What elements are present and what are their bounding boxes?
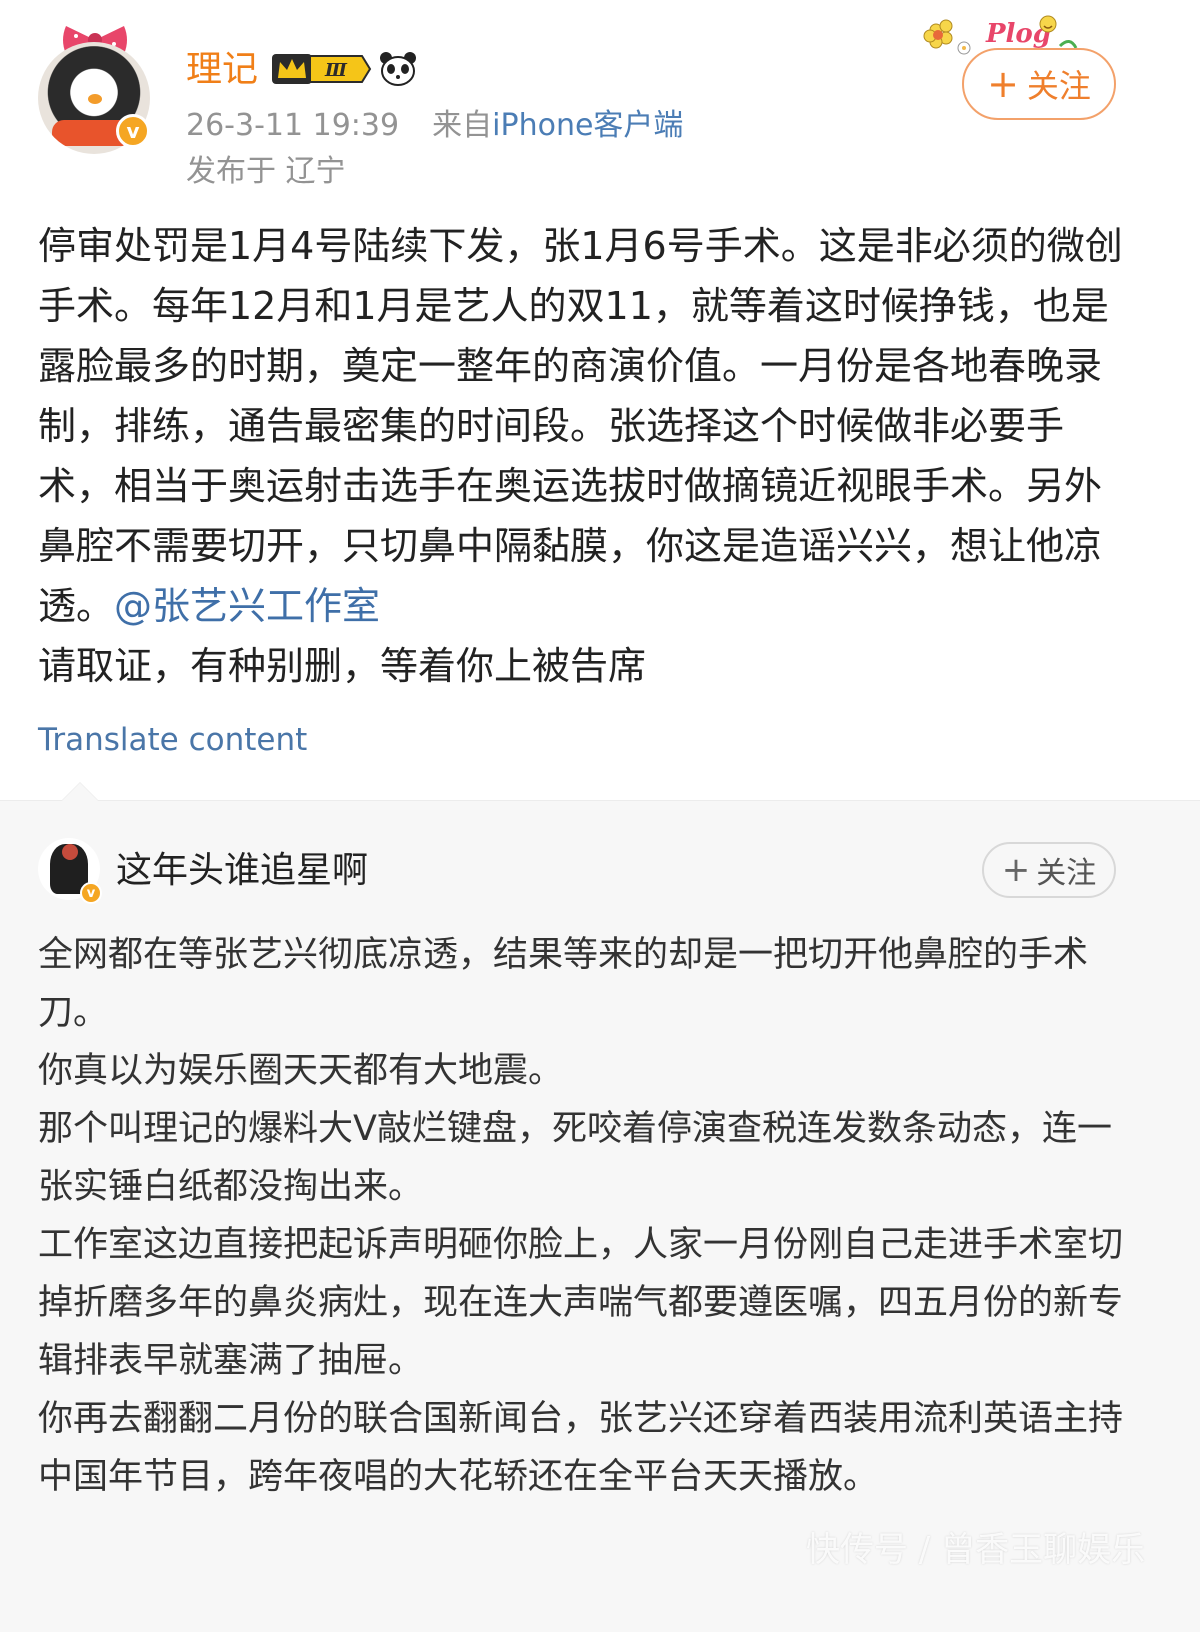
repost-verified-badge-icon: v xyxy=(80,882,102,904)
translate-content-link[interactable]: Translate content xyxy=(38,722,307,758)
user-avatar[interactable]: v xyxy=(38,22,156,154)
post-username[interactable]: 理记 xyxy=(186,46,258,94)
post-body-text: 停审处罚是1月4号陆续下发，张1月6号手术。这是非必须的微创手术。每年12月和1… xyxy=(38,216,1128,696)
location-label: 发布于 xyxy=(186,154,276,189)
location-value: 辽宁 xyxy=(285,154,346,189)
follow-button-label: 关注 xyxy=(1026,67,1091,105)
repost-paragraph: 你真以为娱乐圈天天都有大地震。 xyxy=(38,1051,564,1091)
post-meta: 26-3-11 19:39 来自iPhone客户端 xyxy=(186,106,683,146)
watermark-text: 快传号 / 曾香玉聊娱乐 xyxy=(806,1530,1146,1570)
crown-level-badge-icon: Ⅲ xyxy=(272,54,372,84)
panda-icon xyxy=(380,52,416,86)
original-post: v 理记 Ⅲ 26-3-11 19:39 来自iPhone客户端 发布于 辽宁 … xyxy=(0,0,1200,832)
repost-follow-label: 关注 xyxy=(1036,856,1097,891)
repost-paragraph: 工作室这边直接把起诉声明砸你脸上，人家一月份刚自己走进手术室切掉折磨多年的鼻炎病… xyxy=(38,1225,1124,1381)
plus-icon: + xyxy=(987,62,1019,106)
verified-badge-icon: v xyxy=(116,114,150,148)
post-text-after-mention: 请取证，有种别删，等着你上被告席 xyxy=(38,644,647,688)
repost-follow-button[interactable]: + 关注 xyxy=(982,842,1116,898)
repost-paragraph: 那个叫理记的爆料大V敲烂键盘，死咬着停演查税连发数条动态，连一张实锤白纸都没掏出… xyxy=(38,1109,1112,1207)
post-text-before-mention: 停审处罚是1月4号陆续下发，张1月6号手术。这是非必须的微创手术。每年12月和1… xyxy=(38,224,1123,628)
source-prefix: 来自 xyxy=(432,108,493,143)
repost-paragraph: 你再去翻翻二月份的联合国新闻台，张艺兴还穿着西装用流利英语主持中国年节目，跨年夜… xyxy=(38,1399,1124,1497)
repost-username[interactable]: 这年头谁追星啊 xyxy=(116,848,368,894)
mention-link[interactable]: @张艺兴工作室 xyxy=(114,584,380,628)
post-source-link[interactable]: iPhone客户端 xyxy=(492,108,683,143)
post-location: 发布于 辽宁 xyxy=(186,152,346,192)
repost-body-text: 全网都在等张艺兴彻底凉透，结果等来的却是一把切开他鼻腔的手术刀。 你真以为娱乐圈… xyxy=(38,926,1128,1506)
post-timestamp: 26-3-11 19:39 xyxy=(186,108,400,143)
level-badge-label: Ⅲ xyxy=(324,60,348,81)
repost-paragraph: 全网都在等张艺兴彻底凉透，结果等来的却是一把切开他鼻腔的手术刀。 xyxy=(38,935,1089,1033)
follow-button[interactable]: + 关注 xyxy=(962,48,1116,120)
plus-icon: + xyxy=(1001,850,1031,890)
